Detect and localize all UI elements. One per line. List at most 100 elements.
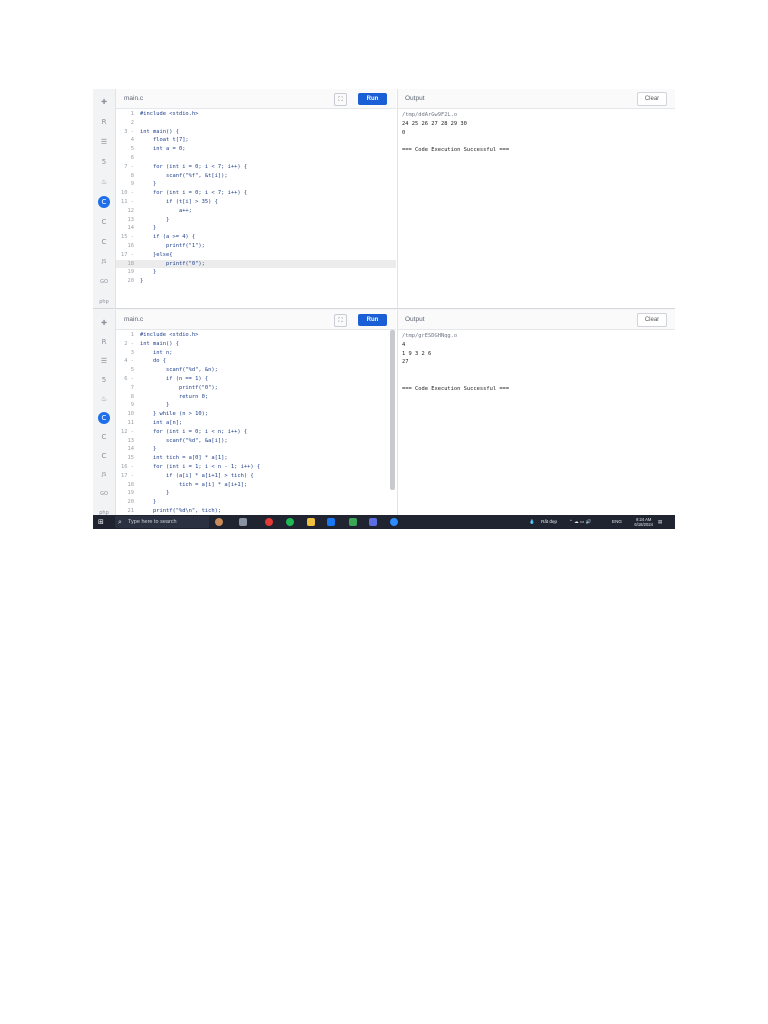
r-icon[interactable]: R [98,116,110,128]
line-text: } while (n > 10); [140,411,209,418]
editor-scrollbar[interactable] [390,330,395,490]
notification-icon[interactable]: ▤ [658,515,662,529]
output-line: 0 [402,129,406,136]
file-tab[interactable]: main.c [124,310,143,329]
line-text: #include <stdio.h> [140,111,199,117]
line-text: scanf("%d", &n); [140,367,218,374]
python-icon[interactable]: ✚ [98,317,110,329]
language-sidebar: ✚ R ☰ 5 ♨ C C C JS GO php [93,310,116,516]
line-number: 5 [130,367,134,374]
code-line: 12 - for (int i = 0; i < n; i++) { [116,428,396,437]
weather-icon[interactable]: 💧 [529,515,535,529]
output-panel: Output Clear /tmp/ddArGw9F2L.o 24 25 26 2… [397,89,675,308]
go-icon[interactable]: GO [98,488,110,500]
chrome-icon[interactable] [349,518,357,526]
r-icon[interactable]: R [98,336,110,348]
output-title: Output [405,95,425,102]
line-text: int main() { [140,128,179,135]
line-text: } [140,225,157,232]
code-line: 17 - if (a[i] * a[i+1] > tich) { [116,472,396,481]
line-number: 8 [130,172,134,179]
code-line: 10 } while (n > 10); [116,410,396,419]
spotify-icon[interactable] [286,518,294,526]
output-panel: Output Clear /tmp/grESDGHNqg.o 4 1 9 3 2 6… [397,310,675,515]
cpp-icon[interactable]: C [98,431,110,443]
line-text: printf("0"); [140,260,205,267]
taskbar-search[interactable]: ⌕ Type here to search [115,516,209,528]
output-title: Output [405,316,425,323]
screenshot: ✚ R ☰ 5 ♨ C C C JS GO php main.c ⛶ Run 1 #include <… [93,89,675,529]
c-icon[interactable]: C [98,196,110,208]
java-icon[interactable]: ♨ [98,176,110,188]
html-icon[interactable]: 5 [98,156,110,168]
js-icon[interactable]: JS [98,256,110,268]
java-icon[interactable]: ♨ [98,393,110,405]
line-text: float t[7]; [140,137,189,144]
js-icon[interactable]: JS [98,469,110,481]
csharp-icon[interactable]: C [98,236,110,248]
facebook-icon[interactable] [327,518,335,526]
line-number: 19 [127,490,135,497]
file-tab[interactable]: main.c [124,89,143,108]
line-text: if (n == 1) { [140,375,209,382]
output-line: /tmp/ddArGw9F2L.o [402,112,458,118]
cpp-icon[interactable]: C [98,216,110,228]
code-editor[interactable]: main.c ⛶ Run 1 #include <stdio.h> 2 - int m… [116,310,396,525]
run-button[interactable]: Run [358,93,387,105]
file-explorer-icon[interactable] [307,518,315,526]
line-number: 12 - [121,428,134,435]
line-number: 5 [130,146,134,153]
youtube-icon[interactable] [265,518,273,526]
output-line: === Code Execution Successful === [402,147,510,154]
tray-icons[interactable]: ⌃ ☁ ▭ 🔊 [569,515,591,529]
output-line: /tmp/grESDGHNqg.o [402,333,458,339]
html-icon[interactable]: 5 [98,374,110,386]
code-line: 1 #include <stdio.h> [116,110,396,119]
code-line: 15 - if (a >= 4) { [116,233,396,242]
code-line: 8 scanf("%f", &t[i]); [116,172,396,181]
clear-button[interactable]: Clear [637,92,667,106]
system-clock[interactable]: 9:24 AM 6/18/2024 [634,517,653,527]
line-text: scanf("%d", &a[i]); [140,437,228,444]
code-editor[interactable]: main.c ⛶ Run 1 #include <stdio.h> 2 3 - int … [116,89,396,308]
go-icon[interactable]: GO [98,276,110,288]
code-line: 3 - int main() { [116,128,396,137]
code-line: 14 } [116,445,396,454]
windows-start-icon[interactable]: ⊞ [98,518,106,526]
code-line: 16 printf("1"); [116,242,396,251]
line-number: 14 [127,225,135,232]
output-line: 4 [402,341,406,348]
line-number: 7 [130,384,134,391]
line-text: a++; [140,207,192,214]
output-text: /tmp/ddArGw9F2L.o 24 25 26 27 28 29 30 0 ==… [402,111,670,155]
avatar-icon[interactable] [215,518,223,526]
language-sidebar: ✚ R ☰ 5 ♨ C C C JS GO php [93,89,116,308]
line-text: }else{ [140,251,173,258]
python-icon[interactable]: ✚ [98,96,110,108]
code-line: 5 int a = 0; [116,145,396,154]
clock-date: 6/18/2024 [634,522,653,527]
task-view-icon[interactable] [239,518,247,526]
line-number: 16 - [121,463,134,470]
sql-icon[interactable]: ☰ [98,355,110,367]
php-icon[interactable]: php [98,296,110,308]
zoom-icon[interactable] [390,518,398,526]
line-number: 11 [127,419,135,426]
clear-button[interactable]: Clear [637,313,667,327]
code-line: 2 [116,119,396,128]
teams-icon[interactable] [369,518,377,526]
c-icon[interactable]: C [98,412,110,424]
sql-icon[interactable]: ☰ [98,136,110,148]
line-number: 2 [130,119,134,126]
run-button[interactable]: Run [358,314,387,326]
fullscreen-icon[interactable]: ⛶ [334,93,347,106]
csharp-icon[interactable]: C [98,450,110,462]
line-number: 17 - [121,472,134,479]
line-text: } [140,216,170,223]
code-line: 2 - int main() { [116,340,396,349]
code-line: 13 } [116,216,396,225]
language-indicator[interactable]: ENG [612,515,622,529]
fullscreen-icon[interactable]: ⛶ [334,314,347,327]
output-line: === Code Execution Successful === [402,385,510,392]
